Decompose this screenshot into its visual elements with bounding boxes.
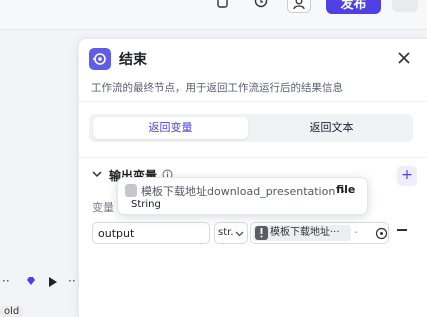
top-toolbar: 发布 (0, 0, 427, 30)
tooltip-variable-name: 模板下载地址download_presentation · (141, 185, 346, 198)
history-icon[interactable] (253, 0, 269, 10)
divider (79, 157, 427, 158)
variable-tooltip: 模板下载地址download_presentation · file Strin… (117, 177, 368, 215)
tooltip-variable-subtype: String (131, 199, 161, 210)
variable-name-column-label: 变量 (92, 201, 114, 214)
diamond-icon[interactable] (26, 277, 36, 286)
chevron-down-icon (92, 171, 102, 178)
dots-icon[interactable]: ·· (2, 274, 10, 288)
panel-header: 结束 工作流的最终节点，用于返回工作流运行后的结果信息 (79, 39, 427, 102)
variable-type-select[interactable]: str. (214, 222, 248, 244)
tab-return-text[interactable]: 返回文本 (254, 117, 409, 139)
canvas-node-label: old (0, 306, 24, 317)
variable-type-value: str. (218, 227, 234, 238)
variable-badge-icon (125, 184, 137, 197)
tooltip-variable-type: file (336, 183, 356, 196)
more-button[interactable] (392, 0, 418, 12)
close-icon[interactable] (397, 51, 411, 65)
play-icon[interactable] (48, 277, 57, 287)
copy-icon[interactable] (215, 0, 231, 10)
more-dots-icon[interactable]: ·· (68, 274, 76, 288)
panel-title: 结束 (119, 52, 147, 68)
reference-chip-label: 模板下载地址··· (270, 227, 340, 238)
variable-badge-icon (255, 226, 268, 240)
canvas-node-toolbar: ·· ·· (0, 270, 80, 296)
end-node-icon (89, 48, 111, 70)
tab-return-variables[interactable]: 返回变量 (93, 117, 248, 139)
reference-separator: - (354, 227, 358, 238)
chevron-down-icon (235, 231, 244, 237)
output-variable-name-input[interactable] (92, 222, 210, 244)
return-mode-tabs: 返回变量 返回文本 (89, 114, 413, 142)
reference-chip[interactable]: 模板下载地址··· (253, 225, 351, 241)
add-variable-button[interactable]: + (397, 166, 417, 186)
variable-reference-field[interactable]: 模板下载地址··· - (250, 222, 389, 244)
user-icon (293, 0, 305, 9)
user-button[interactable] (287, 0, 311, 13)
target-icon[interactable] (375, 227, 388, 240)
panel-description: 工作流的最终节点，用于返回工作流运行后的结果信息 (91, 82, 343, 94)
stop-icon (93, 53, 106, 65)
remove-variable-button[interactable] (397, 229, 407, 231)
publish-button[interactable]: 发布 (326, 0, 381, 14)
